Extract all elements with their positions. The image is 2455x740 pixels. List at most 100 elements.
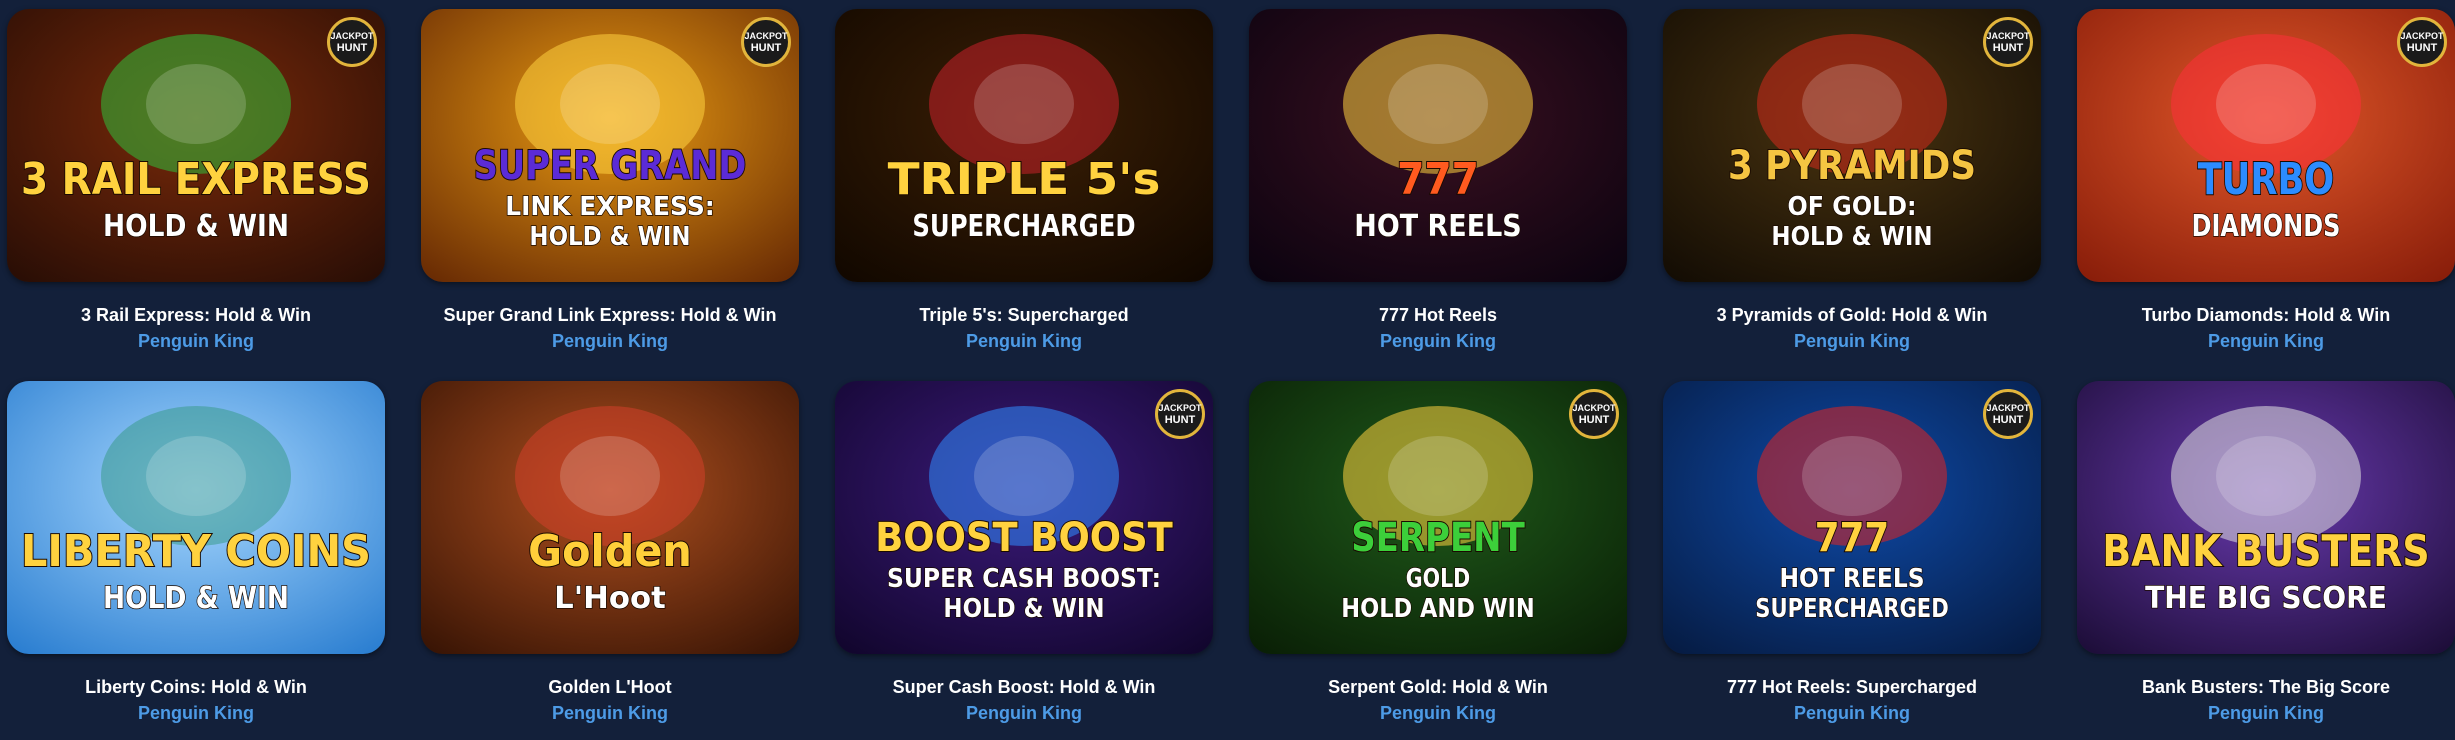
game-thumbnail[interactable]: Golden L'Hoot	[421, 381, 799, 654]
game-provider-link[interactable]: Penguin King	[1380, 702, 1496, 724]
game-provider-link[interactable]: Penguin King	[552, 702, 668, 724]
game-title[interactable]: Turbo Diamonds: Hold & Win	[2142, 304, 2390, 326]
game-thumbnail[interactable]: 777 HOT REELS SUPERCHARGED JACKPOT HUNT	[1663, 381, 2041, 654]
artwork-title-text: SUPERCHARGED	[912, 209, 1135, 244]
game-title[interactable]: 3 Rail Express: Hold & Win	[81, 304, 311, 326]
artwork-highlight	[974, 436, 1074, 516]
game-provider-link[interactable]: Penguin King	[552, 330, 668, 352]
game-title[interactable]: Golden L'Hoot	[548, 676, 671, 698]
game-title[interactable]: Triple 5's: Supercharged	[919, 304, 1128, 326]
jackpot-hunt-badge: JACKPOT HUNT	[1155, 389, 1205, 439]
game-card[interactable]: 777 HOT REELS 777 Hot Reels Penguin King	[1249, 9, 1627, 367]
game-card[interactable]: TURBO DIAMONDS JACKPOT HUNT Turbo Diamonds: …	[2077, 9, 2455, 367]
artwork-title-text: SUPER CASH BOOST:	[887, 564, 1161, 594]
game-thumbnail[interactable]: 3 RAIL EXPRESS HOLD & WIN JACKPOT HUNT	[7, 9, 385, 282]
game-card[interactable]: SERPENT GOLD HOLD AND WIN JACKPOT HUNT Serpen…	[1249, 381, 1627, 739]
game-provider-link[interactable]: Penguin King	[1794, 702, 1910, 724]
jackpot-hunt-badge: JACKPOT HUNT	[741, 17, 791, 67]
artwork-highlight	[1802, 64, 1902, 144]
jackpot-hunt-badge: JACKPOT HUNT	[2397, 17, 2447, 67]
game-thumbnail[interactable]: BANK BUSTERS THE BIG SCORE	[2077, 381, 2455, 654]
badge-text: JACKPOT	[330, 31, 374, 41]
jackpot-hunt-badge: JACKPOT HUNT	[1983, 389, 2033, 439]
game-card[interactable]: 3 PYRAMIDS OF GOLD: HOLD & WIN JACKPOT HUNT 3…	[1663, 9, 2041, 367]
game-card[interactable]: 777 HOT REELS SUPERCHARGED JACKPOT HUNT 777 H…	[1663, 381, 2041, 739]
artwork-title-text: LIBERTY COINS	[21, 526, 371, 577]
game-thumbnail[interactable]: SERPENT GOLD HOLD AND WIN JACKPOT HUNT	[1249, 381, 1627, 654]
artwork-title-text: SUPER GRAND	[474, 143, 747, 189]
artwork-highlight	[974, 64, 1074, 144]
artwork-title-text: Golden	[528, 526, 692, 577]
game-card[interactable]: SUPER GRAND LINK EXPRESS: HOLD & WIN JACKPO…	[421, 9, 799, 367]
game-artwork: BANK BUSTERS THE BIG SCORE	[2077, 381, 2455, 654]
badge-text: JACKPOT	[1572, 403, 1616, 413]
game-thumbnail[interactable]: TURBO DIAMONDS JACKPOT HUNT	[2077, 9, 2455, 282]
game-thumbnail[interactable]: TRIPLE 5's SUPERCHARGED	[835, 9, 1213, 282]
game-provider-link[interactable]: Penguin King	[138, 702, 254, 724]
artwork-title-text: SUPERCHARGED	[1755, 594, 1948, 624]
game-provider-link[interactable]: Penguin King	[966, 330, 1082, 352]
game-card[interactable]: LIBERTY COINS HOLD & WIN Liberty Coins: Ho…	[7, 381, 385, 739]
artwork-title-text: HOLD & WIN	[529, 222, 690, 252]
game-title[interactable]: Liberty Coins: Hold & Win	[85, 676, 307, 698]
game-card[interactable]: Golden L'Hoot Golden L'Hoot Penguin King	[421, 381, 799, 739]
badge-text: JACKPOT	[2400, 31, 2444, 41]
game-thumbnail[interactable]: LIBERTY COINS HOLD & WIN	[7, 381, 385, 654]
artwork-title-text: LINK EXPRESS:	[505, 192, 715, 222]
game-provider-link[interactable]: Penguin King	[1380, 330, 1496, 352]
game-provider-link[interactable]: Penguin King	[1794, 330, 1910, 352]
game-title[interactable]: 777 Hot Reels	[1379, 304, 1497, 326]
game-card[interactable]: BOOST BOOST SUPER CASH BOOST: HOLD & WIN JA…	[835, 381, 1213, 739]
artwork-highlight	[1388, 64, 1488, 144]
game-card[interactable]: 3 RAIL EXPRESS HOLD & WIN JACKPOT HUNT 3 Rai…	[7, 9, 385, 367]
game-provider-link[interactable]: Penguin King	[138, 330, 254, 352]
badge-text: HUNT	[1992, 42, 2024, 54]
badge-text: HUNT	[336, 42, 368, 54]
artwork-title-text: HOT REELS	[1354, 209, 1521, 244]
game-title[interactable]: Super Cash Boost: Hold & Win	[893, 676, 1156, 698]
badge-text: HUNT	[1992, 414, 2024, 426]
artwork-title-text: OF GOLD:	[1788, 192, 1917, 222]
game-provider-link[interactable]: Penguin King	[2208, 330, 2324, 352]
game-provider-link[interactable]: Penguin King	[966, 702, 1082, 724]
artwork-title-text: L'Hoot	[554, 581, 666, 616]
badge-text: HUNT	[2406, 42, 2438, 54]
badge-text: HUNT	[750, 42, 782, 54]
game-title[interactable]: 3 Pyramids of Gold: Hold & Win	[1717, 304, 1988, 326]
artwork-title-text: 777	[1397, 154, 1479, 205]
artwork-highlight	[2216, 64, 2316, 144]
badge-text: JACKPOT	[1158, 403, 1202, 413]
badge-text: HUNT	[1578, 414, 1610, 426]
artwork-title-text: HOLD & WIN	[1771, 222, 1932, 252]
game-thumbnail[interactable]: SUPER GRAND LINK EXPRESS: HOLD & WIN JACKPO…	[421, 9, 799, 282]
artwork-highlight	[2216, 436, 2316, 516]
badge-text: JACKPOT	[1986, 403, 2030, 413]
artwork-title-text: DIAMONDS	[2192, 209, 2341, 244]
artwork-highlight	[146, 436, 246, 516]
artwork-title-text: BANK BUSTERS	[2102, 526, 2429, 577]
game-title[interactable]: Super Grand Link Express: Hold & Win	[444, 304, 777, 326]
game-card[interactable]: TRIPLE 5's SUPERCHARGED Triple 5's: Superc…	[835, 9, 1213, 367]
artwork-title-text: HOLD & WIN	[103, 581, 289, 616]
artwork-title-text: HOLD & WIN	[103, 209, 289, 244]
game-thumbnail[interactable]: 3 PYRAMIDS OF GOLD: HOLD & WIN JACKPOT HUNT	[1663, 9, 2041, 282]
artwork-title-text: 777	[1815, 515, 1889, 561]
artwork-title-text: TURBO	[2198, 154, 2334, 205]
game-provider-link[interactable]: Penguin King	[2208, 702, 2324, 724]
artwork-title-text: GOLD	[1406, 564, 1470, 594]
game-thumbnail[interactable]: 777 HOT REELS	[1249, 9, 1627, 282]
artwork-title-text: THE BIG SCORE	[2145, 581, 2387, 616]
badge-text: JACKPOT	[1986, 31, 2030, 41]
artwork-title-text: BOOST BOOST	[875, 515, 1173, 561]
artwork-title-text: 3 RAIL EXPRESS	[21, 154, 371, 205]
artwork-highlight	[560, 64, 660, 144]
game-thumbnail[interactable]: BOOST BOOST SUPER CASH BOOST: HOLD & WIN JA…	[835, 381, 1213, 654]
game-card[interactable]: BANK BUSTERS THE BIG SCORE Bank Busters: T…	[2077, 381, 2455, 739]
badge-text: HUNT	[1164, 414, 1196, 426]
game-title[interactable]: Serpent Gold: Hold & Win	[1328, 676, 1548, 698]
artwork-title-text: 3 PYRAMIDS	[1728, 143, 1976, 189]
game-title[interactable]: Bank Busters: The Big Score	[2142, 676, 2390, 698]
game-title[interactable]: 777 Hot Reels: Supercharged	[1727, 676, 1977, 698]
badge-text: JACKPOT	[744, 31, 788, 41]
game-grid: 3 RAIL EXPRESS HOLD & WIN JACKPOT HUNT 3 Rai…	[0, 0, 2455, 740]
